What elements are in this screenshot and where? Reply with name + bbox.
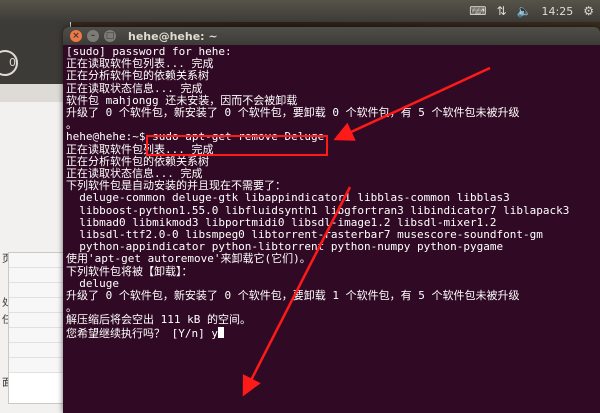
terminal-line: 下列软件包将被【卸载】： xyxy=(66,264,193,278)
terminal-line: 升级了 0 个软件包，新安装了 0 个软件包，要卸载 0 个软件包，有 5 个软… xyxy=(66,106,520,120)
close-icon[interactable]: × xyxy=(70,30,82,42)
terminal-prompt-line: 您希望继续执行吗？ [Y/n] y xyxy=(66,326,218,340)
background-list-panel xyxy=(8,252,65,404)
power-icon[interactable]: ⚙ xyxy=(583,0,594,22)
command-highlight-box xyxy=(146,135,328,156)
terminal-line: 升级了 0 个软件包，新安装了 0 个软件包，要卸载 1 个软件包，有 5 个软… xyxy=(66,289,520,303)
terminal-line: 。 xyxy=(66,118,77,132)
terminal-line: deluge xyxy=(66,276,119,290)
terminal-window[interactable]: × – □ hehe@hehe: ~ [sudo] password for h… xyxy=(63,27,600,413)
terminal-title: hehe@hehe: ~ xyxy=(128,29,218,43)
terminal-line: 下列软件包是自动安装的并且现在不需要了： xyxy=(66,179,286,193)
terminal-titlebar[interactable]: × – □ hehe@hehe: ~ xyxy=(63,27,600,45)
network-icon[interactable]: ⇅ xyxy=(497,0,507,22)
background-window-toolbar xyxy=(0,84,70,102)
terminal-line: 使用'apt-get autoremove'来卸载它(它们)。 xyxy=(66,252,311,266)
terminal-line: 正在分析软件包的依赖关系树 xyxy=(66,69,209,83)
terminal-line: libboost-python1.55.0 libfluidsynth1 lib… xyxy=(66,203,570,217)
terminal-line: 软件包 mahjongg 还未安装，因而不会被卸载 xyxy=(66,93,298,107)
terminal-line: libsdl-ttf2.0-0 libsmpeg0 libtorrent-ras… xyxy=(66,228,543,242)
terminal-line: libmad0 libmikmod3 libportmidi0 libsdl-i… xyxy=(66,215,497,229)
minimize-icon[interactable]: – xyxy=(87,30,99,42)
terminal-line: deluge-common deluge-gtk libappindicator… xyxy=(66,191,510,205)
terminal-cursor xyxy=(217,326,224,338)
background-window[interactable]: 0 页 处 任 面 xyxy=(0,22,71,413)
terminal-line: 正在分析软件包的依赖关系树 xyxy=(66,154,209,168)
terminal-line: 解压缩后将会空出 111 kB 的空间。 xyxy=(66,313,251,327)
maximize-icon[interactable]: □ xyxy=(104,30,116,42)
terminal-line: 正在读取状态信息... 完成 xyxy=(66,81,203,95)
top-panel: ⌨ ⇅ 🔈 14:25 ⚙ xyxy=(0,0,600,22)
clock-time[interactable]: 14:25 xyxy=(542,5,574,18)
keyboard-icon[interactable]: ⌨ xyxy=(469,0,486,22)
volume-icon[interactable]: 🔈 xyxy=(517,0,532,22)
terminal-output[interactable]: [sudo] password for hehe: 正在读取软件包列表... 完… xyxy=(63,45,600,340)
